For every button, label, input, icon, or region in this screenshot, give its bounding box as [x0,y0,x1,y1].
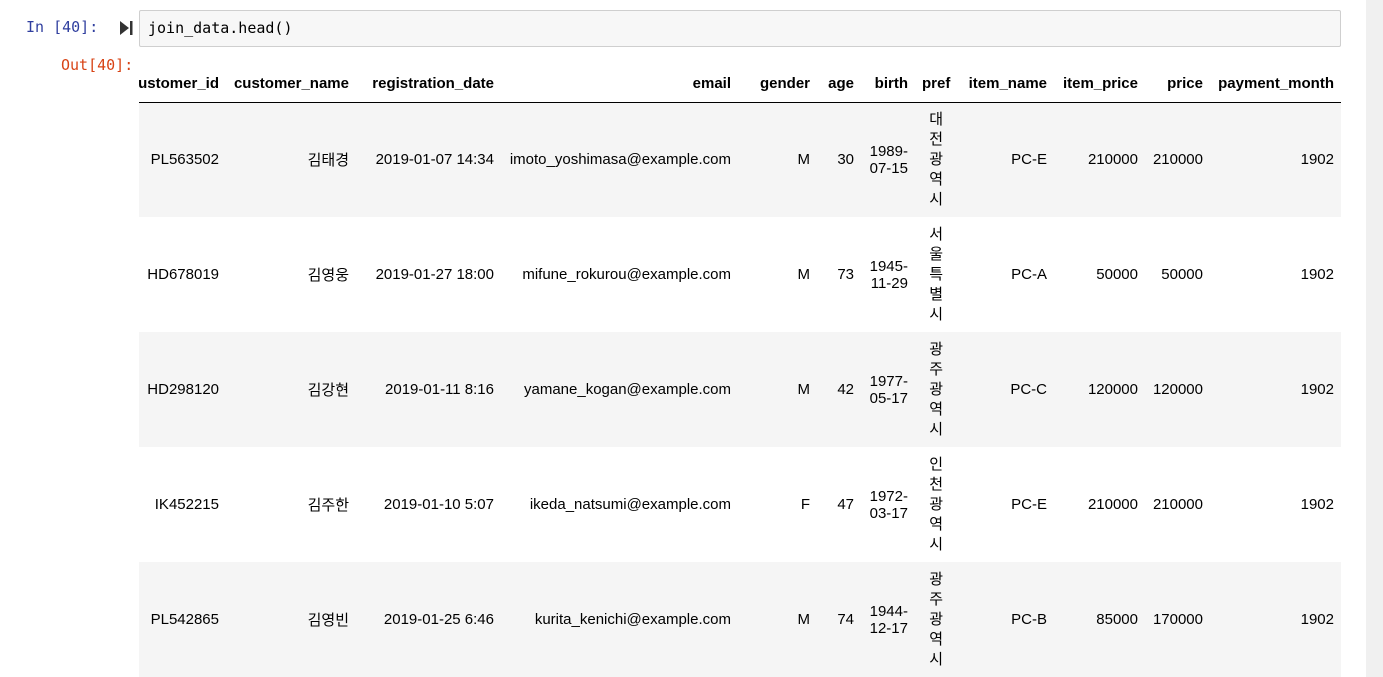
cell-item-name: PC-E [950,102,1054,217]
cell-item-price: 85000 [1054,562,1145,677]
cell-customer-name: 김영빈 [226,562,356,677]
column-header: email [501,66,738,103]
column-header: price [1145,66,1210,103]
cell-item-price: 210000 [1087,496,1138,513]
input-prompt: In [40]: [26,18,99,36]
cell-registration-date: 2019-01-11 8:16 [356,332,501,447]
column-header: gender [738,66,817,103]
cell-age: 47 [837,496,854,513]
column-header: payment_month [1210,66,1341,103]
dataframe-table: e customer_id customer_name registration… [139,66,1341,677]
column-header: item_price [1054,66,1145,103]
column-header: customer_id [139,66,226,103]
cell-customer-name: 김강현 [226,332,356,447]
cell-payment-month: 1902 [1300,266,1334,283]
cell-email: mifune_rokurou@example.com [522,266,731,283]
cell-price: 210000 [1152,496,1203,513]
header-row: e customer_id customer_name registration… [139,66,1341,103]
output-area: e customer_id customer_name registration… [139,66,1341,677]
column-header: registration_date [356,66,501,103]
cell-item-price: 120000 [1054,332,1145,447]
table-row: 19HD298120김강현2019-01-11 8:16yamane_kogan… [139,332,1341,447]
cell-customer-name: 김태경 [226,102,356,217]
cell-registration-date: 2019-01-10 5:07 [383,496,494,513]
cell-gender: M [797,266,811,283]
cell-customer-id: PL542865 [139,562,226,677]
cell-price: 50000 [1161,266,1203,283]
cell-pref: 광주광역시 [915,562,950,677]
cell-birth: 1972- 03-17 [869,487,908,522]
cell-age: 73 [837,266,854,283]
cell-customer-id: IK452215 [154,496,219,513]
cell-gender: M [738,562,817,677]
cell-customer-id: HD678019 [147,266,219,283]
code-input[interactable]: join_data.head() [139,10,1341,47]
cell-pref: 대전광역시 [915,102,950,217]
column-header: pref [915,66,950,103]
cell-pref: 서울특별시 [929,225,943,323]
cell-registration-date: 2019-01-07 14:34 [356,102,501,217]
cell-age: 42 [817,332,861,447]
cell-registration-date: 2019-01-25 6:46 [356,562,501,677]
cell-registration-date: 2019-01-27 18:00 [375,266,494,283]
cell-payment-month: 1902 [1210,102,1341,217]
cell-gender: M [738,332,817,447]
cell-pref: 광주광역시 [915,332,950,447]
table-row: 16PL542865김영빈2019-01-25 6:46kurita_kenic… [139,562,1341,677]
cell-item-name: PC-C [950,332,1054,447]
cell-price: 120000 [1145,332,1210,447]
cell-gender: M [738,102,817,217]
cell-birth: 1989- 07-15 [861,102,915,217]
column-header: item_name [950,66,1054,103]
cell-email: kurita_kenichi@example.com [501,562,738,677]
cell-customer-name: 김주한 [307,497,349,514]
cell-customer-id: HD298120 [139,332,226,447]
cell-birth: 1977- 05-17 [861,332,915,447]
scrollbar[interactable] [1366,0,1383,677]
cell-age: 30 [817,102,861,217]
cell-price: 170000 [1145,562,1210,677]
cell-price: 210000 [1145,102,1210,217]
cell-item-name: PC-A [1011,266,1047,283]
table-row: 13IK452215김주한2019-01-10 5:07ikeda_natsum… [139,447,1341,562]
cell-email: imoto_yoshimasa@example.com [501,102,738,217]
cell-customer-name: 김영웅 [307,267,349,284]
cell-birth: 1945- 11-29 [869,257,908,292]
cell-pref: 인천광역시 [929,455,943,553]
cell-payment-month: 1902 [1300,496,1334,513]
cell-age: 74 [817,562,861,677]
cell-item-name: PC-E [1011,496,1047,513]
cell-gender: F [800,496,810,513]
cell-email: ikeda_natsumi@example.com [529,496,731,513]
column-header: age [817,66,861,103]
table-row: 13HD678019김영웅2019-01-27 18:00mifune_roku… [139,217,1341,332]
run-cell-icon[interactable] [119,19,133,37]
cell-item-price: 210000 [1054,102,1145,217]
cell-birth: 1944- 12-17 [861,562,915,677]
cell-customer-id: PL563502 [139,102,226,217]
cell-item-price: 50000 [1096,266,1138,283]
cell-payment-month: 1902 [1210,332,1341,447]
column-header: birth [861,66,915,103]
output-prompt: Out[40]: [61,56,134,74]
cell-item-name: PC-B [950,562,1054,677]
cell-email: yamane_kogan@example.com [501,332,738,447]
table-row: 17PL563502김태경2019-01-07 14:34imoto_yoshi… [139,102,1341,217]
cell-payment-month: 1902 [1210,562,1341,677]
column-header: customer_name [226,66,356,103]
